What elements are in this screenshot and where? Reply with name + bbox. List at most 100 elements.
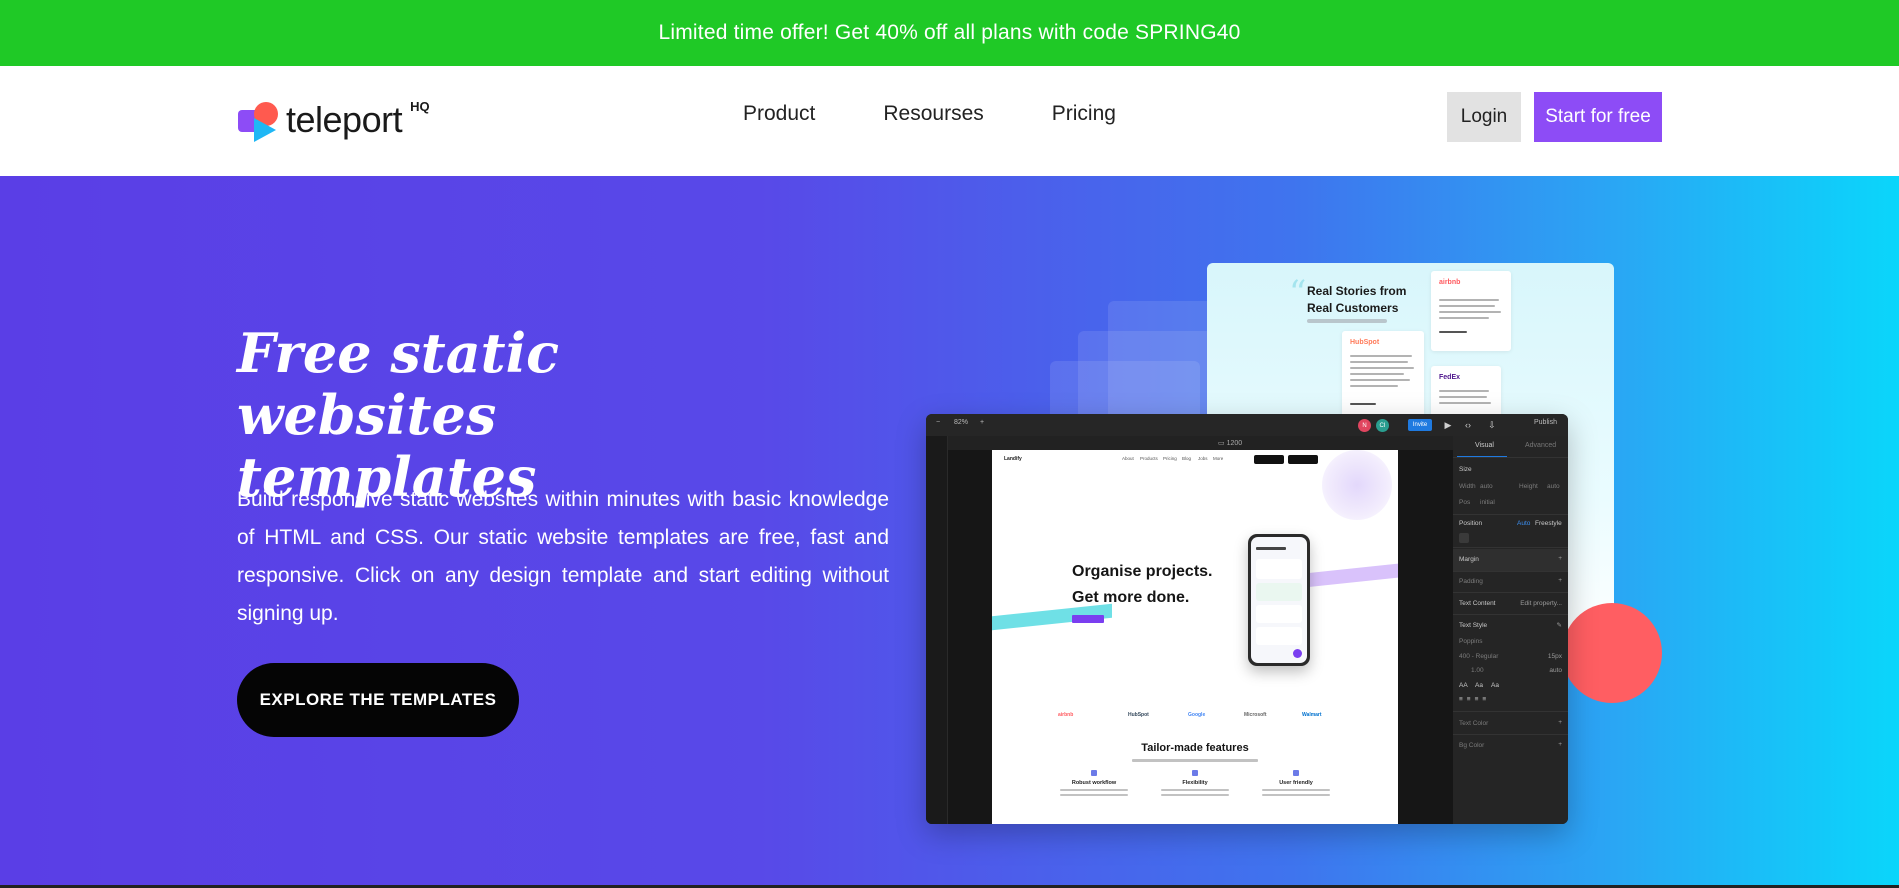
text-align-icons: ≡≡≡≡ (1459, 696, 1491, 703)
avatar: N (1358, 419, 1371, 432)
logo[interactable]: teleport HQ (236, 94, 430, 146)
height-value: auto (1547, 483, 1560, 490)
zoom-in-icon: + (980, 419, 985, 426)
code-icon: ‹› (1465, 420, 1471, 430)
quote-icon: “ (1289, 273, 1307, 313)
app-store-badge (1288, 455, 1318, 464)
page-preview: Landify About Products Pricing Blog Jobs… (992, 450, 1398, 824)
phone-mockup (1248, 534, 1310, 666)
preview-feature: Flexibility (1155, 770, 1235, 796)
edit-style-icon: ✎ (1556, 622, 1562, 629)
preview-nav: Landify About Products Pricing Blog Jobs… (992, 450, 1398, 468)
brand-logo: HubSpot (1350, 339, 1380, 346)
main-nav: Product Resourses Pricing (743, 102, 1116, 126)
zoom-out-icon: − (936, 419, 941, 426)
position-label: Position (1459, 520, 1483, 527)
case-option: Aa (1491, 682, 1499, 689)
add-bg-color-icon: + (1558, 741, 1562, 748)
add-text-color-icon: + (1558, 719, 1562, 726)
preview-brand-row: airbnb HubSpot Google Microsoft Walmart (992, 712, 1398, 724)
logo-suffix: HQ (410, 98, 430, 114)
brand-logo: Walmart (1302, 712, 1322, 718)
promo-text: Limited time offer! Get 40% off all plan… (658, 21, 1241, 44)
preview-nav-item: Jobs (1198, 456, 1208, 461)
preview-feature: Robust workflow (1054, 770, 1134, 796)
teleport-logo-icon (236, 96, 284, 144)
preview-nav-item: Products (1140, 456, 1158, 461)
preview-feature: User friendly (1256, 770, 1336, 796)
preview-cta (1072, 615, 1104, 623)
text-style-label: Text Style (1459, 622, 1488, 629)
testimonial-card: HubSpot (1342, 331, 1424, 423)
play-icon: ▶ (1444, 420, 1452, 430)
preview-nav-item: Pricing (1163, 456, 1177, 461)
testimonial-card: airbnb (1431, 271, 1511, 351)
preview-features-subtitle (1132, 759, 1258, 762)
text-content-value: Edit property... (1520, 600, 1562, 607)
letter-spacing-value: auto (1549, 667, 1562, 674)
nav-item-resources[interactable]: Resourses (883, 102, 983, 126)
nav-item-pricing[interactable]: Pricing (1052, 102, 1116, 126)
brand-logo: airbnb (1058, 712, 1074, 718)
line-height-value: 1.00 (1471, 667, 1484, 674)
height-label: Height (1519, 483, 1538, 490)
invite-button: Invite (1408, 419, 1432, 431)
tab-visual: Visual (1475, 442, 1494, 449)
preview-heading: Organise projects. Get more done. (1072, 563, 1213, 606)
pos-label: Pos (1459, 499, 1471, 506)
add-margin-icon: + (1558, 555, 1562, 562)
editor-toolbar: − 82% + N CI Invite ▶ ‹› ⇩ Publish (926, 414, 1568, 436)
explore-templates-button[interactable]: EXPLORE THE TEMPLATES (237, 663, 519, 737)
tab-advanced: Advanced (1525, 442, 1557, 449)
text-color-label: Text Color (1459, 720, 1489, 727)
position-auto: Auto (1517, 520, 1531, 527)
case-option: AA (1459, 682, 1468, 689)
preview-logo: Landify (1004, 456, 1022, 462)
preview-nav-item: Blog (1182, 456, 1192, 461)
size-label: Size (1459, 466, 1472, 473)
editor-preview: − 82% + N CI Invite ▶ ‹› ⇩ Publish ▭ 120… (926, 414, 1568, 824)
font-size-value: 15px (1547, 653, 1562, 660)
text-content-label: Text Content (1459, 600, 1496, 607)
preview-features-title: Tailor-made features (1141, 742, 1249, 754)
padding-label: Padding (1459, 578, 1483, 585)
bg-color-label: Bg Color (1459, 742, 1485, 749)
width-value: auto (1480, 483, 1493, 490)
decorative-circle (1562, 603, 1662, 703)
site-header: teleport HQ Product Resourses Pricing Lo… (0, 66, 1899, 176)
margin-label: Margin (1459, 556, 1479, 563)
download-icon: ⇩ (1488, 420, 1496, 430)
nav-item-product[interactable]: Product (743, 102, 815, 126)
brand-logo: Google (1188, 712, 1206, 718)
start-for-free-button[interactable]: Start for free (1534, 92, 1662, 142)
avatar: CI (1376, 419, 1389, 432)
width-label: Width (1459, 483, 1476, 490)
brand-logo: FedEx (1439, 374, 1461, 381)
pos-value: initial (1480, 499, 1495, 506)
brand-logo: airbnb (1439, 279, 1461, 286)
breakpoint-ruler: ▭ 1200 (948, 436, 1453, 450)
font-family-value: Poppins (1459, 638, 1483, 645)
font-weight-value: 400 - Regular (1459, 653, 1499, 660)
testimonials-title: Real Stories from Real Customers (1307, 284, 1407, 315)
editor-left-rail (926, 436, 948, 824)
zoom-level: 82% (954, 419, 969, 426)
breakpoint-value: ▭ 1200 (1218, 440, 1243, 447)
case-option: Aa (1475, 682, 1483, 689)
google-play-badge (1254, 455, 1284, 464)
promo-banner: Limited time offer! Get 40% off all plan… (0, 0, 1899, 66)
position-freestyle: Freestyle (1535, 520, 1562, 527)
add-padding-icon: + (1558, 577, 1562, 584)
publish-button: Publish (1534, 419, 1557, 426)
hero-section: Free static websites templates Build res… (0, 176, 1899, 888)
testimonials-subtitle-placeholder (1307, 319, 1387, 323)
login-button[interactable]: Login (1447, 92, 1521, 142)
logo-text: teleport (286, 99, 403, 140)
properties-panel: Visual Advanced Size Width auto Height a… (1453, 436, 1568, 824)
brand-logo: Microsoft (1244, 712, 1267, 718)
brand-logo: HubSpot (1128, 712, 1149, 718)
preview-nav-item: About (1122, 456, 1134, 461)
align-icon (1459, 533, 1469, 543)
hero-description: Build responsive static websites within … (237, 488, 889, 625)
preview-nav-item: More (1213, 456, 1224, 461)
